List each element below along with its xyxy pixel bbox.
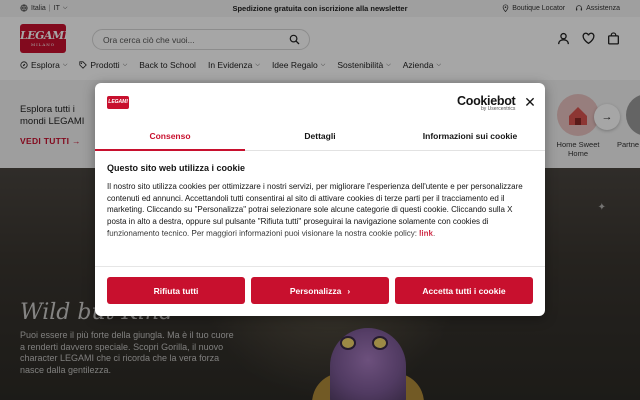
accept-all-button[interactable]: Accetta tutti i cookie	[395, 277, 533, 304]
dialog-legami-logo: LEGAMI	[107, 96, 129, 109]
close-icon[interactable]: ✕	[523, 94, 537, 110]
reject-all-button[interactable]: Rifiuta tutti	[107, 277, 245, 304]
customize-label: Personalizza	[289, 285, 342, 296]
cookie-consent-dialog: LEGAMI Cookiebot by Usercentrics ✕ Conse…	[95, 83, 545, 316]
consent-tabs: Consenso Dettagli Informazioni sui cooki…	[95, 123, 545, 151]
cookiebot-logo: Cookiebot by Usercentrics	[457, 94, 516, 112]
reject-all-label: Rifiuta tutti	[153, 285, 199, 296]
tab-dettagli[interactable]: Dettagli	[245, 123, 395, 150]
divider	[95, 266, 545, 267]
tab-consenso[interactable]: Consenso	[95, 123, 245, 151]
consent-text-body: Il nostro sito utilizza cookies per otti…	[107, 182, 523, 238]
scroll-fade	[95, 231, 545, 249]
customize-button[interactable]: Personalizza ›	[251, 277, 389, 304]
accept-all-label: Accetta tutti i cookie	[422, 285, 506, 296]
consent-heading: Questo sito web utilizza i cookie	[107, 163, 246, 173]
chevron-right-icon: ›	[347, 285, 351, 296]
tab-informazioni[interactable]: Informazioni sui cookie	[395, 123, 545, 150]
